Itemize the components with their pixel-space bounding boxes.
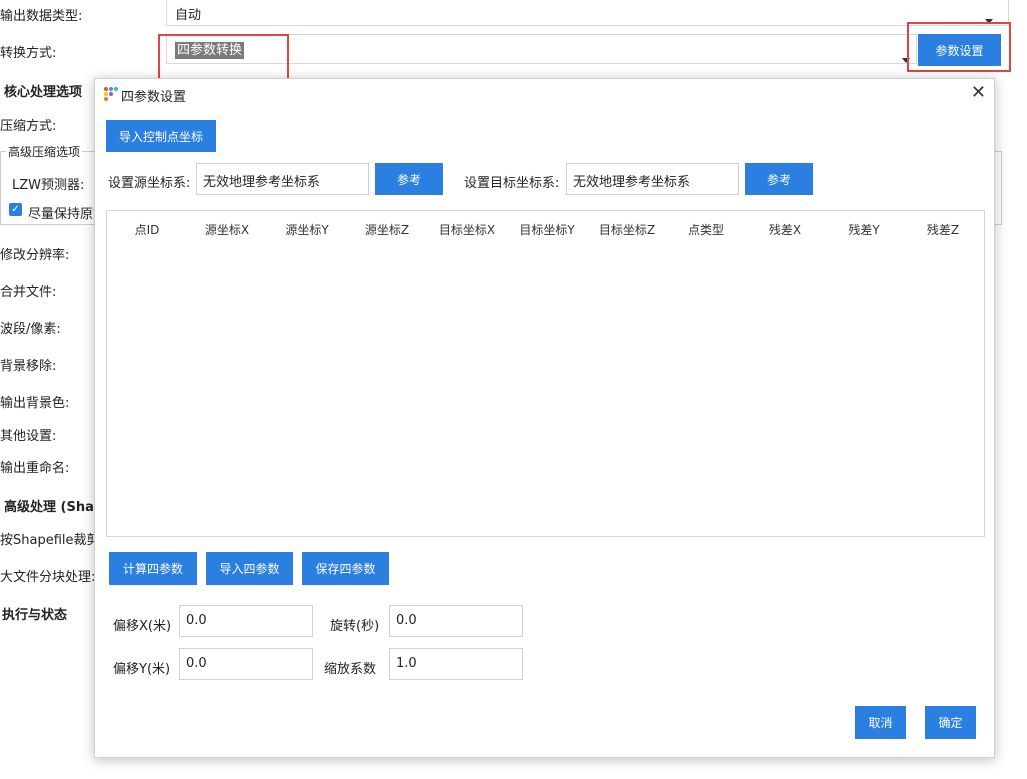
offset-x-label: 偏移X(米) bbox=[113, 619, 172, 634]
src-ref-button[interactable]: 参考 bbox=[375, 163, 443, 195]
column-header[interactable]: 点ID bbox=[107, 221, 187, 238]
output-type-label: 输出数据类型: bbox=[0, 9, 83, 24]
calc-params-button[interactable]: 计算四参数 bbox=[109, 552, 197, 585]
offset-y-label: 偏移Y(米) bbox=[113, 662, 171, 677]
large-file-label: 大文件分块处理: bbox=[0, 570, 96, 585]
column-header[interactable]: 残差Z bbox=[903, 221, 983, 238]
dst-crs-field[interactable]: 无效地理参考坐标系 bbox=[566, 163, 739, 195]
app-logo-icon bbox=[104, 87, 118, 101]
save-params-button[interactable]: 保存四参数 bbox=[302, 552, 389, 585]
import-params-button[interactable]: 导入四参数 bbox=[206, 552, 293, 585]
scale-value: 1.0 bbox=[396, 656, 417, 671]
column-header[interactable]: 残差X bbox=[745, 221, 825, 238]
four-param-dialog: 四参数设置 ✕ 导入控制点坐标 设置源坐标系: 无效地理参考坐标系 参考 设置目… bbox=[94, 78, 995, 758]
bands-label: 波段/像素: bbox=[0, 322, 61, 337]
close-icon[interactable]: ✕ bbox=[971, 83, 986, 103]
advanced-section-title: 高级处理 (Shap bbox=[4, 500, 104, 515]
lzw-label: LZW预测器: bbox=[12, 178, 85, 193]
src-crs-field[interactable]: 无效地理参考坐标系 bbox=[196, 163, 369, 195]
highlight-convert-method bbox=[158, 34, 289, 80]
output-rename-label: 输出重命名: bbox=[0, 461, 70, 476]
merge-files-label: 合并文件: bbox=[0, 285, 57, 300]
core-section-title: 核心处理选项 bbox=[4, 85, 83, 100]
bg-remove-label: 背景移除: bbox=[0, 359, 57, 374]
shapefile-clip-label: 按Shapefile裁剪 bbox=[0, 533, 100, 548]
column-header[interactable]: 源坐标Z bbox=[347, 221, 427, 238]
keep-original-checkbox[interactable]: ✓ bbox=[9, 203, 22, 216]
column-header[interactable]: 源坐标Y bbox=[267, 221, 347, 238]
column-header[interactable]: 点类型 bbox=[666, 221, 746, 238]
scale-label: 缩放系数 bbox=[324, 662, 377, 677]
control-points-table[interactable]: 点ID 源坐标X 源坐标Y 源坐标Z 目标坐标X 目标坐标Y 目标坐标Z 点类型… bbox=[106, 210, 985, 537]
modify-res-label: 修改分辨率: bbox=[0, 248, 70, 263]
offset-y-value: 0.0 bbox=[186, 656, 207, 671]
src-crs-label: 设置源坐标系: bbox=[108, 176, 191, 191]
highlight-param-button bbox=[907, 22, 1011, 72]
output-bg-label: 输出背景色: bbox=[0, 396, 70, 411]
exec-section-title: 执行与状态 bbox=[2, 608, 68, 623]
output-type-value: 自动 bbox=[175, 8, 202, 23]
convert-method-label: 转换方式: bbox=[0, 46, 57, 61]
compress-label: 压缩方式: bbox=[0, 119, 57, 134]
offset-x-input[interactable]: 0.0 bbox=[179, 605, 313, 637]
ok-button[interactable]: 确定 bbox=[925, 706, 976, 739]
offset-y-input[interactable]: 0.0 bbox=[179, 648, 313, 680]
dst-crs-value: 无效地理参考坐标系 bbox=[573, 175, 691, 190]
rotation-label: 旋转(秒) bbox=[330, 619, 380, 634]
column-header[interactable]: 源坐标X bbox=[187, 221, 267, 238]
scale-input[interactable]: 1.0 bbox=[389, 648, 523, 680]
advanced-compress-title: 高级压缩选项 bbox=[6, 143, 83, 160]
src-crs-value: 无效地理参考坐标系 bbox=[203, 175, 321, 190]
dst-ref-button[interactable]: 参考 bbox=[745, 163, 813, 195]
import-control-points-button[interactable]: 导入控制点坐标 bbox=[106, 120, 216, 152]
offset-x-value: 0.0 bbox=[186, 613, 207, 628]
column-header[interactable]: 目标坐标Z bbox=[587, 221, 667, 238]
rotation-value: 0.0 bbox=[396, 613, 417, 628]
dst-crs-label: 设置目标坐标系: bbox=[464, 176, 560, 191]
column-header[interactable]: 残差Y bbox=[824, 221, 904, 238]
dialog-title: 四参数设置 bbox=[121, 90, 187, 105]
column-header[interactable]: 目标坐标Y bbox=[507, 221, 587, 238]
rotation-input[interactable]: 0.0 bbox=[389, 605, 523, 637]
other-settings-label: 其他设置: bbox=[0, 429, 57, 444]
output-type-select[interactable]: 自动 bbox=[166, 0, 1009, 26]
column-header[interactable]: 目标坐标X bbox=[427, 221, 507, 238]
cancel-button[interactable]: 取消 bbox=[855, 706, 906, 739]
